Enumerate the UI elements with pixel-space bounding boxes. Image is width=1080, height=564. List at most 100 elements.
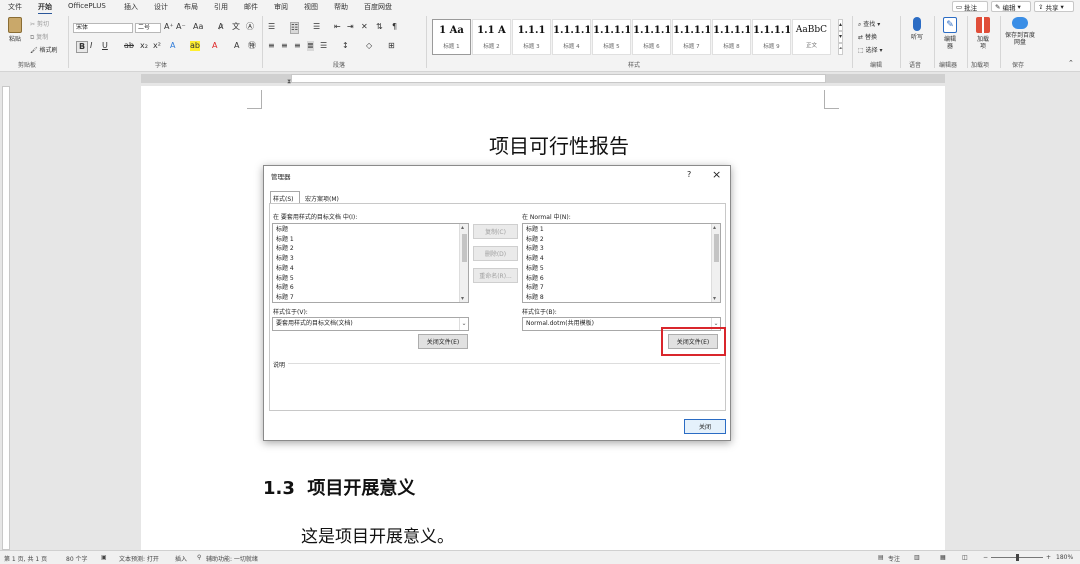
tab-mailings[interactable]: 邮件 bbox=[244, 2, 258, 12]
highlight-icon[interactable]: ab bbox=[190, 41, 200, 51]
chevron-down-icon[interactable]: ▾ bbox=[461, 295, 464, 302]
editor-button[interactable]: ✎ 编辑器 bbox=[938, 17, 962, 50]
strikethrough-icon[interactable]: ab bbox=[124, 41, 134, 51]
underline-icon[interactable]: U bbox=[102, 41, 108, 51]
style-item[interactable]: 1.1 A 标题 2 bbox=[472, 19, 511, 55]
format-painter-button[interactable]: 🖌 格式刷 bbox=[30, 45, 58, 54]
tab-review[interactable]: 审阅 bbox=[274, 2, 288, 12]
phonetic-guide-icon[interactable]: 文 bbox=[232, 22, 240, 32]
list-item[interactable]: 标题 2 bbox=[273, 244, 468, 254]
list-item[interactable]: 标题 6 bbox=[273, 283, 468, 293]
list-item[interactable]: 标题 5 bbox=[273, 274, 468, 284]
align-center-icon[interactable]: ≡ bbox=[281, 41, 288, 51]
grow-font-icon[interactable]: A⁺ bbox=[164, 22, 174, 32]
style-item[interactable]: 1.1.1.1 标题 8 bbox=[712, 19, 751, 55]
shrink-font-icon[interactable]: A⁻ bbox=[176, 22, 186, 32]
show-marks-icon[interactable]: ¶ bbox=[392, 22, 397, 32]
list-item[interactable]: 标题 3 bbox=[523, 244, 720, 254]
gallery-more-icon[interactable]: ⩡ bbox=[838, 43, 844, 55]
shading-icon[interactable]: ◇ bbox=[366, 41, 372, 51]
numbering-icon[interactable]: ☷ bbox=[290, 22, 300, 34]
tab-file[interactable]: 文件 bbox=[8, 2, 22, 12]
style-item[interactable]: 1.1.1.1 标题 4 bbox=[552, 19, 591, 55]
char-shading-icon[interactable]: A bbox=[234, 41, 239, 51]
style-item[interactable]: 1.1.1.1 标题 7 bbox=[672, 19, 711, 55]
text-prediction[interactable]: 文本预测: 打开 bbox=[119, 554, 159, 563]
style-item[interactable]: 1.1.1 标题 3 bbox=[512, 19, 551, 55]
indent-marker-icon[interactable]: ⧗ bbox=[287, 78, 291, 86]
tab-insert[interactable]: 插入 bbox=[124, 2, 138, 12]
zoom-out-icon[interactable]: − bbox=[983, 554, 988, 561]
save-baidu-button[interactable]: 保存到百度网盘 bbox=[1004, 17, 1036, 46]
list-item[interactable]: 标题 3 bbox=[273, 254, 468, 264]
word-count[interactable]: 80 个字 bbox=[66, 554, 88, 563]
select-button[interactable]: ⬚ 选择 ▾ bbox=[858, 45, 883, 54]
increase-indent-icon[interactable]: ⇥ bbox=[347, 22, 354, 32]
zoom-level[interactable]: 180% bbox=[1056, 554, 1073, 561]
list-item[interactable]: 标题 1 bbox=[523, 225, 720, 235]
delete-style-button[interactable]: 删除(D) bbox=[473, 246, 518, 261]
change-case-icon[interactable]: Aa bbox=[193, 22, 203, 32]
style-item[interactable]: 1 Aa 标题 1 bbox=[432, 19, 471, 55]
style-item[interactable]: 1.1.1.1 标题 6 bbox=[632, 19, 671, 55]
list-item[interactable]: 标题 1 bbox=[273, 235, 468, 245]
tab-design[interactable]: 设计 bbox=[154, 2, 168, 12]
comment-button[interactable]: ▭ 批注 bbox=[952, 1, 988, 12]
left-close-file-button[interactable]: 关闭文件(E) bbox=[418, 334, 468, 349]
gallery-up-icon[interactable]: ▴ bbox=[838, 19, 844, 31]
superscript-icon[interactable]: x² bbox=[153, 41, 161, 51]
style-item[interactable]: AaBbC 正文 bbox=[792, 19, 831, 55]
replace-button[interactable]: ⇄ 替换 bbox=[858, 32, 877, 41]
text-effects-icon[interactable]: A bbox=[170, 41, 175, 51]
tab-view[interactable]: 视图 bbox=[304, 2, 318, 12]
page-count[interactable]: 第 1 页, 共 1 页 bbox=[4, 554, 47, 563]
vertical-ruler[interactable] bbox=[0, 86, 12, 550]
list-item[interactable]: 标题 4 bbox=[523, 254, 720, 264]
dialog-close-icon[interactable]: × bbox=[712, 168, 721, 181]
find-button[interactable]: ⌕ 查找 ▾ bbox=[858, 19, 880, 29]
distributed-icon[interactable]: ☰ bbox=[320, 41, 327, 51]
subscript-icon[interactable]: x₂ bbox=[140, 41, 148, 51]
zoom-slider-thumb[interactable] bbox=[1016, 554, 1019, 561]
tab-layout[interactable]: 布局 bbox=[184, 2, 198, 12]
list-item[interactable]: 标题 7 bbox=[523, 283, 720, 293]
chevron-up-icon[interactable]: ▴ bbox=[713, 224, 716, 231]
insert-mode[interactable]: 插入 bbox=[175, 554, 187, 563]
tab-styles[interactable]: 样式(S) bbox=[270, 191, 300, 203]
horizontal-ruler[interactable]: ⧗ bbox=[0, 72, 1080, 86]
sort-icon[interactable]: ⇅ bbox=[376, 22, 383, 32]
list-item[interactable]: 标题 bbox=[273, 225, 468, 235]
copy-button[interactable]: ⧉ 复制 bbox=[30, 32, 48, 42]
align-right-icon[interactable]: ≡ bbox=[294, 41, 301, 51]
clear-format-icon[interactable]: A̷ bbox=[218, 22, 223, 32]
chevron-up-icon[interactable]: ▴ bbox=[461, 224, 464, 231]
left-available-select[interactable]: 要套用样式的目标文档(文档) ⌄ bbox=[272, 317, 469, 331]
decrease-indent-icon[interactable]: ⇤ bbox=[334, 22, 341, 32]
style-item[interactable]: 1.1.1.1 标题 5 bbox=[592, 19, 631, 55]
read-mode-icon[interactable]: ▥ bbox=[914, 554, 920, 561]
tab-baidu-netdisk[interactable]: 百度网盘 bbox=[364, 2, 392, 12]
tab-help[interactable]: 帮助 bbox=[334, 2, 348, 12]
line-spacing-icon[interactable]: ↕ bbox=[342, 41, 349, 51]
italic-icon[interactable]: I bbox=[90, 41, 92, 51]
accessibility-status[interactable]: 辅助功能: 一切就绪 bbox=[206, 554, 258, 563]
font-size-combo[interactable]: 二号 bbox=[135, 23, 161, 33]
left-style-list[interactable]: 标题 标题 1 标题 2 标题 3 标题 4 标题 5 标题 6 标题 7 ▴ ▾ bbox=[272, 223, 469, 303]
justify-icon[interactable]: ≣ bbox=[307, 41, 314, 51]
list-item[interactable]: 标题 5 bbox=[523, 264, 720, 274]
tab-macro-items[interactable]: 宏方案项(M) bbox=[305, 194, 339, 203]
bullets-icon[interactable]: ☰ bbox=[268, 22, 275, 32]
style-item[interactable]: 1.1.1.1 标题 9 bbox=[752, 19, 791, 55]
collapse-ribbon-icon[interactable]: ⌃ bbox=[1068, 58, 1074, 68]
web-layout-icon[interactable]: ◫ bbox=[962, 554, 968, 561]
proofing-icon[interactable]: ▣ bbox=[101, 554, 107, 561]
tab-officeplus[interactable]: OfficePLUS bbox=[68, 2, 106, 10]
list-item[interactable]: 标题 7 bbox=[273, 293, 468, 302]
copy-style-button[interactable]: 复制(C) bbox=[473, 224, 518, 239]
tab-references[interactable]: 引用 bbox=[214, 2, 228, 12]
focus-mode[interactable]: 专注 bbox=[888, 554, 900, 563]
chinese-layout-icon[interactable]: ✕ bbox=[361, 22, 368, 32]
focus-icon[interactable]: ▤ bbox=[878, 554, 884, 561]
right-list-scrollbar[interactable]: ▴ ▾ bbox=[711, 224, 720, 302]
font-color-icon[interactable]: A bbox=[212, 41, 217, 51]
